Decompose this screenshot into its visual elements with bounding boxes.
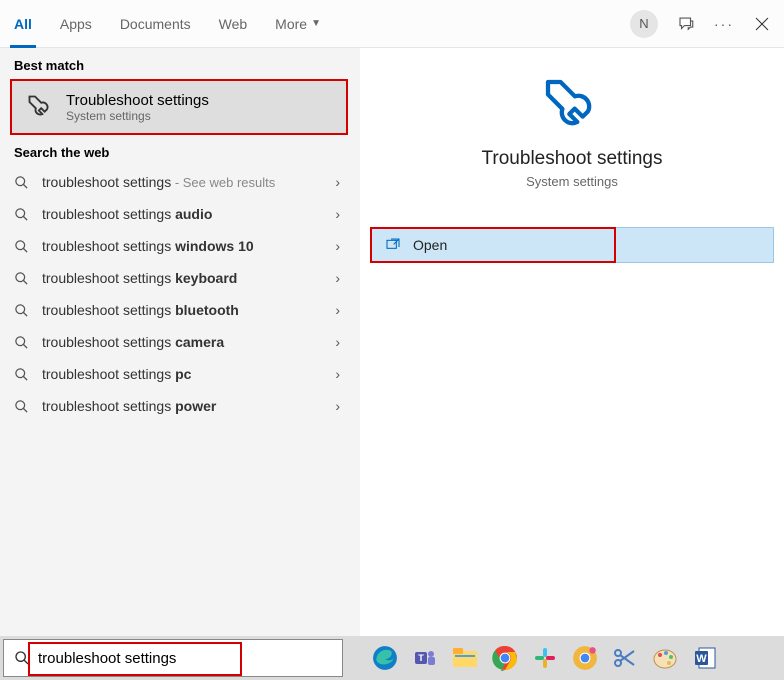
search-icon <box>14 175 32 190</box>
tab-all[interactable]: All <box>0 0 46 47</box>
web-result[interactable]: troubleshoot settings pc› <box>0 358 360 390</box>
preview: Troubleshoot settings System settings <box>360 48 784 209</box>
svg-text:W: W <box>696 653 707 665</box>
best-match-texts: Troubleshoot settings System settings <box>66 92 209 123</box>
search-icon <box>14 650 30 666</box>
web-result-text: troubleshoot settings - See web results <box>42 174 329 190</box>
chevron-right-icon[interactable]: › <box>329 270 346 286</box>
chevron-right-icon[interactable]: › <box>329 174 346 190</box>
avatar[interactable]: N <box>630 10 658 38</box>
open-action[interactable]: Open <box>370 227 774 263</box>
chrome-icon[interactable] <box>489 642 521 674</box>
body: Best match Troubleshoot settings System … <box>0 48 784 680</box>
search-icon <box>14 335 32 350</box>
search-icon <box>14 399 32 414</box>
slack-icon[interactable] <box>529 642 561 674</box>
chevron-right-icon[interactable]: › <box>329 206 346 222</box>
best-match-subtitle: System settings <box>66 109 209 123</box>
web-result[interactable]: troubleshoot settings windows 10› <box>0 230 360 262</box>
tab-documents[interactable]: Documents <box>106 0 205 47</box>
paint-icon[interactable] <box>649 642 681 674</box>
word-icon[interactable]: W <box>689 642 721 674</box>
web-result-text: troubleshoot settings keyboard <box>42 270 329 286</box>
explorer-icon[interactable] <box>449 642 481 674</box>
chevron-right-icon[interactable]: › <box>329 366 346 382</box>
search-icon <box>14 367 32 382</box>
web-result-text: troubleshoot settings windows 10 <box>42 238 329 254</box>
teams-icon[interactable]: T <box>409 642 441 674</box>
tabs: All Apps Documents Web More ▼ <box>0 0 335 47</box>
chevron-right-icon[interactable]: › <box>329 302 346 318</box>
preview-title: Troubleshoot settings <box>482 148 663 170</box>
edge-icon[interactable] <box>369 642 401 674</box>
best-match-highlight: Troubleshoot settings System settings <box>10 79 348 135</box>
header: All Apps Documents Web More ▼ N ··· <box>0 0 784 48</box>
section-best-match: Best match <box>0 48 360 79</box>
left-panel: Best match Troubleshoot settings System … <box>0 48 360 680</box>
chevron-right-icon[interactable]: › <box>329 238 346 254</box>
close-icon[interactable] <box>752 14 772 34</box>
right-panel: Troubleshoot settings System settings Op… <box>360 48 784 680</box>
more-icon[interactable]: ··· <box>714 14 734 34</box>
action-area: Open <box>370 227 774 263</box>
section-search-web: Search the web <box>0 135 360 166</box>
web-result[interactable]: troubleshoot settings bluetooth› <box>0 294 360 326</box>
wrench-icon <box>24 91 56 123</box>
tab-more[interactable]: More ▼ <box>261 0 335 47</box>
open-label: Open <box>413 237 447 253</box>
tab-more-label: More <box>275 16 307 32</box>
search-icon <box>14 207 32 222</box>
taskbar-icons: T W <box>369 642 721 674</box>
web-result-text: troubleshoot settings pc <box>42 366 329 382</box>
search-icon <box>14 239 32 254</box>
svg-text:T: T <box>418 653 424 663</box>
web-result-text: troubleshoot settings bluetooth <box>42 302 329 318</box>
web-result-text: troubleshoot settings power <box>42 398 329 414</box>
web-results-list: troubleshoot settings - See web results›… <box>0 166 360 422</box>
search-input[interactable] <box>38 650 332 667</box>
search-icon <box>14 303 32 318</box>
tab-web[interactable]: Web <box>205 0 262 47</box>
open-icon <box>385 237 401 253</box>
chevron-right-icon[interactable]: › <box>329 398 346 414</box>
snip-icon[interactable] <box>609 642 641 674</box>
caret-down-icon: ▼ <box>311 18 321 29</box>
header-right: N ··· <box>630 10 772 38</box>
web-result[interactable]: troubleshoot settings camera› <box>0 326 360 358</box>
search-box[interactable] <box>3 639 343 677</box>
web-result[interactable]: troubleshoot settings keyboard› <box>0 262 360 294</box>
web-result[interactable]: troubleshoot settings audio› <box>0 198 360 230</box>
web-result-text: troubleshoot settings audio <box>42 206 329 222</box>
web-result[interactable]: troubleshoot settings power› <box>0 390 360 422</box>
best-match-item[interactable]: Troubleshoot settings System settings <box>12 81 346 133</box>
taskbar: T W <box>0 636 784 680</box>
web-result[interactable]: troubleshoot settings - See web results› <box>0 166 360 198</box>
web-result-text: troubleshoot settings camera <box>42 334 329 350</box>
preview-subtitle: System settings <box>526 174 618 189</box>
search-icon <box>14 271 32 286</box>
wrench-icon <box>540 74 604 138</box>
feedback-icon[interactable] <box>676 14 696 34</box>
chevron-right-icon[interactable]: › <box>329 334 346 350</box>
best-match-title: Troubleshoot settings <box>66 92 209 109</box>
chrome-canary-icon[interactable] <box>569 642 601 674</box>
tab-apps[interactable]: Apps <box>46 0 106 47</box>
